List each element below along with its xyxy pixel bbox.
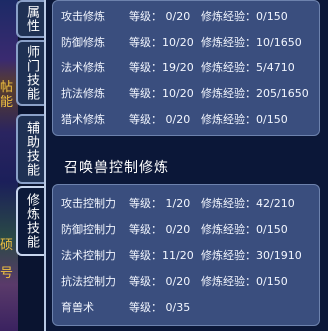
tab-attributes-label: 属性 xyxy=(24,5,39,33)
skill-exp: 修炼经验：205/1650 xyxy=(201,87,309,100)
skill-exp: 修炼经验：42/210 xyxy=(201,197,295,210)
skill-name: 法术修炼 xyxy=(61,61,105,74)
tab-attributes[interactable]: 属性 xyxy=(16,0,44,38)
skill-level: 等级：10/20 xyxy=(129,87,194,100)
skill-level: 等级：10/20 xyxy=(129,36,194,49)
tab-assist-skills-label: 辅助技能 xyxy=(24,121,39,177)
skill-level: 等级：19/20 xyxy=(129,61,194,74)
skill-level: 等级：11/20 xyxy=(129,249,194,262)
pet-cultivation-title: 召唤兽控制修炼 xyxy=(64,160,169,176)
skill-name: 法术控制力 xyxy=(61,249,116,262)
pet-cultivation-box: 攻击控制力 等级： 1/20 修炼经验：42/210 防御控制力 等级： 0/2… xyxy=(52,184,320,326)
cultivation-row[interactable]: 抗法控制力 等级： 0/20 修炼经验：0/150 xyxy=(61,270,317,292)
skill-name: 攻击控制力 xyxy=(61,197,116,210)
cultivation-row[interactable]: 育兽术 等级： 0/35 xyxy=(61,296,317,318)
cultivation-row[interactable]: 法术修炼 等级：19/20 修炼经验：5/4710 xyxy=(61,56,317,78)
skill-name: 防御控制力 xyxy=(61,223,116,236)
skill-exp: 修炼经验：0/150 xyxy=(201,10,288,23)
skill-name: 育兽术 xyxy=(61,301,94,314)
character-cultivation-box: 攻击修炼 等级： 0/20 修炼经验：0/150 防御修炼 等级：10/20 修… xyxy=(52,0,320,136)
tab-cultivation-skills[interactable]: 修炼技能 xyxy=(16,186,44,256)
skill-exp: 修炼经验：10/1650 xyxy=(201,36,302,49)
skill-exp: 修炼经验：0/150 xyxy=(201,223,288,236)
cultivation-row[interactable]: 法术控制力 等级：11/20 修炼经验：30/1910 xyxy=(61,244,317,266)
skill-exp: 修炼经验：5/4710 xyxy=(201,61,295,74)
tab-school-skills-label: 师门技能 xyxy=(24,45,39,101)
tab-cultivation-skills-label: 修炼技能 xyxy=(24,193,39,249)
tab-assist-skills[interactable]: 辅助技能 xyxy=(16,114,44,184)
cultivation-row[interactable]: 攻击控制力 等级： 1/20 修炼经验：42/210 xyxy=(61,192,317,214)
skill-level: 等级： 0/35 xyxy=(129,301,191,314)
skill-name: 攻击修炼 xyxy=(61,10,105,23)
cultivation-row[interactable]: 防御修炼 等级：10/20 修炼经验：10/1650 xyxy=(61,31,317,53)
skill-level: 等级： 0/20 xyxy=(129,10,191,23)
cultivation-row[interactable]: 攻击修炼 等级： 0/20 修炼经验：0/150 xyxy=(61,5,317,27)
skill-exp: 修炼经验：30/1910 xyxy=(201,249,302,262)
skill-name: 抗法控制力 xyxy=(61,275,116,288)
skill-exp: 修炼经验：0/150 xyxy=(201,275,288,288)
skill-level: 等级： 0/20 xyxy=(129,275,191,288)
cultivation-row[interactable]: 抗法修炼 等级：10/20 修炼经验：205/1650 xyxy=(61,82,317,104)
skill-level: 等级： 0/20 xyxy=(129,113,191,126)
skill-level: 等级： 0/20 xyxy=(129,223,191,236)
skill-level: 等级： 1/20 xyxy=(129,197,191,210)
scene-text: 号 xyxy=(0,266,14,281)
skill-name: 防御修炼 xyxy=(61,36,105,49)
skill-name: 猎术修炼 xyxy=(61,113,105,126)
skill-exp: 修炼经验：0/150 xyxy=(201,113,288,126)
cultivation-row[interactable]: 防御控制力 等级： 0/20 修炼经验：0/150 xyxy=(61,218,317,240)
tab-school-skills[interactable]: 师门技能 xyxy=(16,40,44,106)
skill-name: 抗法修炼 xyxy=(61,87,105,100)
cultivation-row[interactable]: 猎术修炼 等级： 0/20 修炼经验：0/150 xyxy=(61,108,317,130)
